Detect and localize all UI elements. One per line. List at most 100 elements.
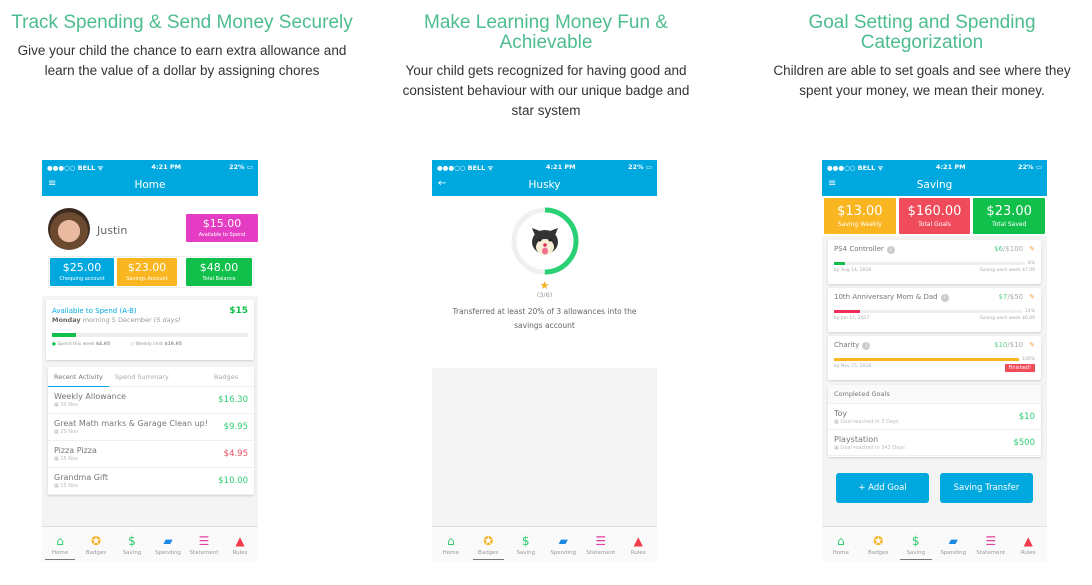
tab-badges[interactable]: ✪ Badges [470, 527, 508, 562]
goal-card[interactable]: Charity i $10/$10 ✎ 100% by Nov 15, 2016 Fin… [828, 336, 1041, 380]
spend-card-amount: $15 [229, 306, 248, 316]
tab-badges[interactable]: ✪ Badges [78, 527, 114, 562]
tab-label: Saving [516, 549, 536, 556]
tab-recent-activity[interactable]: Recent Activity [48, 367, 109, 387]
activity-title: Great Math marks & Garage Clean up! [54, 419, 208, 428]
tab-badges[interactable]: ✪ Badges [860, 527, 898, 562]
card-icon: ▰ [948, 533, 958, 548]
piggy-bank-icon: $ [521, 533, 530, 548]
tab-label: Rules [232, 549, 248, 556]
saving-weekly-tile[interactable]: $13.00 Saving Weekly [824, 198, 896, 234]
spend-card[interactable]: Available to Spend (A-B) $15 Monday morn… [46, 300, 254, 360]
tab-label: Statement [586, 549, 616, 556]
badge-desc: Transferred at least 20% of 3 allowances… [452, 307, 637, 330]
info-icon[interactable]: i [862, 342, 871, 350]
warning-icon: ▲ [633, 533, 643, 548]
activity-row[interactable]: Pizza Pizza ▦ 15 Nov $4.95 [48, 441, 254, 468]
feature-title: Make Learning Money Fun & Achievable [424, 12, 668, 53]
tab-label: Statement [189, 549, 219, 556]
activity-amount: $9.95 [223, 422, 248, 432]
activity-date: ▦ 15 Nov [54, 483, 79, 489]
tab-saving[interactable]: $ Saving [114, 527, 150, 562]
tab-bar: ⌂ Home ✪ Badges $ Saving ▰ Spending ☰ Statement ▲ R… [822, 526, 1047, 562]
chequing-tile[interactable]: $25.00 Chequing account [50, 258, 114, 286]
add-goal-button[interactable]: + Add Goal [836, 473, 929, 503]
back-icon[interactable]: ← [438, 178, 446, 189]
spend-card-date: Monday morning 5 December (5 days) [52, 316, 181, 324]
goal-name: PS4 Controller [834, 245, 884, 253]
tab-label: Home [442, 549, 459, 556]
tab-home[interactable]: ⌂ Home [822, 527, 860, 562]
tab-label: Badges [868, 549, 889, 556]
activity-date: ▦ 15 Nov [54, 456, 79, 462]
available-to-spend-tile[interactable]: $15.00 Available to Spend [186, 214, 258, 242]
activity-title: Grandma Gift [54, 473, 109, 482]
tab-spending[interactable]: ▰ Spending [150, 527, 186, 562]
info-icon[interactable]: i [886, 246, 895, 254]
tab-bar: ⌂ Home ✪ Badges $ Saving ▰ Spending ☰ Statement ▲ R… [432, 526, 657, 562]
goal-card[interactable]: PS4 Controller i $6/$100 ✎ 6% by Aug 14, 20… [828, 240, 1041, 284]
activity-row[interactable]: Grandma Gift ▦ 15 Nov $10.00 [48, 468, 254, 495]
menu-icon[interactable]: ≡ [828, 178, 836, 189]
tab-saving[interactable]: $ Saving [897, 527, 935, 562]
completed-goal-row[interactable]: Toy ▦ Goal reached in 3 Days $10 [828, 404, 1041, 430]
nav-bar: ← Husky [432, 174, 657, 196]
tab-spend-summary[interactable]: Spend Summary [109, 373, 175, 381]
tab-home[interactable]: ⌂ Home [42, 527, 78, 562]
info-icon[interactable]: i [940, 294, 949, 302]
phone-saving: ●●●○○ BELL ᯤ 4:21 PM 22% ▭ ≡ Saving $13.… [822, 160, 1047, 562]
goal-name: 10th Anniversary Mom & Dad [834, 293, 938, 301]
tab-rules[interactable]: ▲ Rules [222, 527, 258, 562]
saving-totals: $13.00 Saving Weekly $160.00 Total Goals $… [822, 196, 1047, 236]
total-balance-tile[interactable]: $48.00 Total Balance [186, 258, 252, 286]
feature-desc: Children are able to set goals and see w… [773, 63, 1071, 98]
tab-spending[interactable]: ▰ Spending [545, 527, 583, 562]
completed-goal-row[interactable]: Playstation ▦ Goal reached in 343 Days $50… [828, 430, 1041, 456]
tab-home[interactable]: ⌂ Home [432, 527, 470, 562]
tab-label: Statement [976, 549, 1006, 556]
page-title: Home [134, 179, 166, 191]
tab-statement[interactable]: ☰ Statement [972, 527, 1010, 562]
activity-date: ▦ 30 Nov [54, 402, 79, 408]
tab-label: Home [832, 549, 849, 556]
activity-row[interactable]: Weekly Allowance ▦ 30 Nov $16.30 [48, 387, 254, 414]
activity-title: Weekly Allowance [54, 392, 127, 401]
husky-icon [531, 228, 558, 255]
savings-tile[interactable]: $23.00 Savings Account [117, 258, 177, 286]
menu-icon[interactable]: ≡ [48, 178, 56, 189]
activity-list: Weekly Allowance ▦ 30 Nov $16.30 Great Math… [48, 387, 254, 495]
feature-track-spending: Track Spending & Send Money Securely Giv… [0, 0, 364, 81]
tab-statement[interactable]: ☰ Statement [582, 527, 620, 562]
tab-rules[interactable]: ▲ Rules [620, 527, 658, 562]
activity-row[interactable]: Great Math marks & Garage Clean up! ▦ 29 … [48, 414, 254, 441]
tab-spending[interactable]: ▰ Spending [935, 527, 973, 562]
badge-icon: ✪ [873, 533, 884, 548]
feature-desc: Give your child the chance to earn extra… [17, 43, 347, 78]
total-saved-tile[interactable]: $23.00 Total Saved [973, 198, 1046, 234]
goal-card[interactable]: 10th Anniversary Mom & Dad i $7/$50 ✎ 14% b… [828, 288, 1041, 332]
tab-statement[interactable]: ☰ Statement [186, 527, 222, 562]
status-bar: ●●●○○ BELL ᯤ 4:21 PM 22% ▭ [822, 160, 1047, 174]
warning-icon: ▲ [1023, 533, 1033, 548]
activity-amount: $10.00 [218, 476, 248, 486]
completed-goals-card: Completed Goals Toy ▦ Goal reached in 3 D… [828, 385, 1041, 457]
edit-pencil-icon[interactable]: ✎ [1029, 341, 1035, 349]
avatar[interactable] [48, 208, 90, 250]
goal-name: Charity [834, 341, 860, 349]
tab-label: Badges [85, 549, 107, 556]
tab-saving[interactable]: $ Saving [507, 527, 545, 562]
edit-pencil-icon[interactable]: ✎ [1029, 293, 1035, 301]
goal-progress-bar [834, 309, 1022, 314]
tab-rules[interactable]: ▲ Rules [1010, 527, 1048, 562]
activity-amount: $16.30 [218, 395, 248, 405]
status-bar: ●●●○○ BELL ᯤ 4:21 PM 22% ▭ [432, 160, 657, 174]
saving-transfer-button[interactable]: Saving Transfer [940, 473, 1033, 503]
balance-row: $25.00 Chequing account $23.00 Savings Acc… [48, 256, 254, 288]
page-title: Husky [528, 179, 561, 191]
edit-pencil-icon[interactable]: ✎ [1029, 245, 1035, 253]
completed-goals-title: Completed Goals [828, 385, 1041, 404]
tab-label: Rules [1020, 549, 1036, 556]
home-icon: ⌂ [836, 533, 845, 548]
total-goals-tile[interactable]: $160.00 Total Goals [898, 198, 971, 234]
tab-badges[interactable]: Badges [198, 373, 254, 381]
